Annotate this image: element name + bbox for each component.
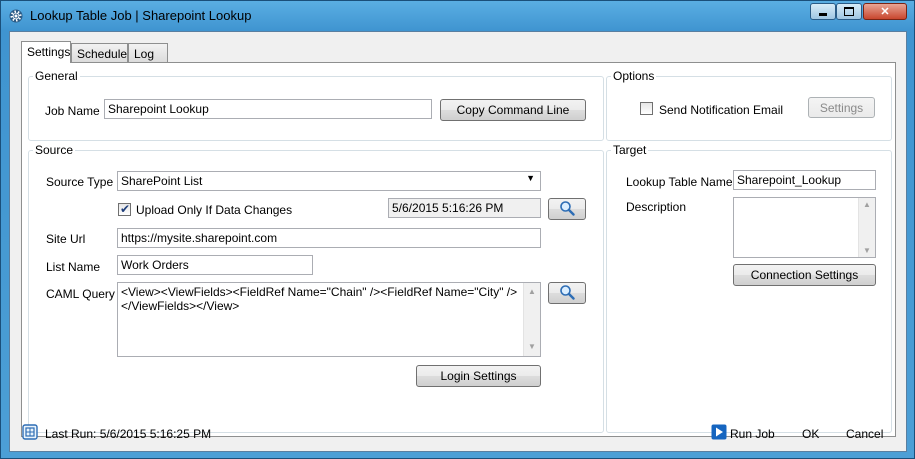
last-run-icon: [22, 424, 38, 443]
caml-query-field[interactable]: <View><ViewFields><FieldRef Name="Chain"…: [117, 282, 541, 357]
connection-settings-button[interactable]: Connection Settings: [733, 264, 876, 286]
upload-only-label: Upload Only If Data Changes: [136, 203, 293, 217]
checkmark-icon: ✔: [120, 202, 131, 216]
tab-label: Schedule: [77, 47, 128, 61]
magnifier-icon: [559, 200, 575, 219]
status-bar: Last Run: 5/6/2015 5:16:25 PM Run Job OK…: [10, 424, 906, 451]
send-notification-label: Send Notification Email: [659, 103, 784, 117]
caml-query-scrollbar[interactable]: ▲ ▼: [523, 283, 540, 356]
tab-log[interactable]: Log: [128, 43, 168, 62]
site-url-label: Site Url: [46, 232, 86, 246]
cancel-button[interactable]: Cancel: [846, 427, 883, 441]
minimize-button[interactable]: [810, 3, 836, 20]
send-notification-checkbox[interactable]: [640, 102, 653, 115]
job-name-field[interactable]: Sharepoint Lookup: [104, 99, 432, 119]
title-bar: Lookup Table Job | Sharepoint Lookup ✕: [1, 1, 914, 30]
description-scrollbar[interactable]: ▲ ▼: [858, 198, 875, 257]
run-job-button[interactable]: Run Job: [711, 424, 775, 443]
settings-tab-panel: General Job Name Sharepoint Lookup Copy …: [21, 62, 896, 437]
chevron-down-icon: ▼: [526, 173, 535, 183]
gear-icon: [8, 8, 24, 24]
preview-data-button[interactable]: [548, 198, 586, 220]
login-settings-button[interactable]: Login Settings: [416, 365, 541, 387]
lookup-table-job-window: Lookup Table Job | Sharepoint Lookup ✕ S…: [0, 0, 915, 459]
copy-command-line-button[interactable]: Copy Command Line: [440, 99, 586, 121]
ok-button[interactable]: OK: [802, 427, 819, 441]
description-label: Description: [626, 200, 687, 214]
minimize-icon: [819, 12, 827, 16]
site-url-field[interactable]: https://mysite.sharepoint.com: [117, 228, 541, 248]
list-name-label: List Name: [46, 260, 101, 274]
lookup-table-name-field[interactable]: Sharepoint_Lookup: [733, 170, 876, 190]
window-title: Lookup Table Job | Sharepoint Lookup: [30, 8, 252, 23]
source-legend: Source: [35, 143, 74, 157]
job-name-label: Job Name: [45, 104, 100, 118]
source-type-select[interactable]: SharePoint List ▼: [117, 171, 541, 191]
tab-schedule[interactable]: Schedule: [71, 43, 128, 62]
scroll-down-icon: ▼: [528, 342, 536, 351]
target-legend: Target: [613, 143, 647, 157]
options-settings-button[interactable]: Settings: [808, 97, 875, 118]
source-type-label: Source Type: [46, 175, 114, 189]
tab-settings[interactable]: Settings: [21, 41, 71, 63]
scroll-up-icon: ▲: [863, 200, 871, 209]
caml-query-label: CAML Query: [46, 287, 115, 301]
list-name-field[interactable]: Work Orders: [117, 255, 313, 275]
options-legend: Options: [613, 69, 655, 83]
close-icon: ✕: [880, 6, 890, 18]
close-button[interactable]: ✕: [863, 3, 907, 20]
last-run-text: Last Run: 5/6/2015 5:16:25 PM: [45, 427, 212, 441]
upload-only-checkbox[interactable]: ✔: [118, 202, 131, 216]
description-field[interactable]: ▲ ▼: [733, 197, 876, 258]
source-type-value: SharePoint List: [121, 174, 203, 188]
lookup-table-name-label: Lookup Table Name: [626, 175, 733, 189]
magnifier-icon: [559, 284, 575, 303]
dialog-client: Settings Schedule Log General Job Name S…: [9, 31, 907, 452]
validate-query-button[interactable]: [548, 282, 586, 304]
play-icon: [711, 424, 727, 443]
scroll-up-icon: ▲: [528, 287, 536, 296]
caml-query-text: <View><ViewFields><FieldRef Name="Chain"…: [121, 285, 518, 313]
general-legend: General: [35, 69, 78, 83]
run-job-label: Run Job: [730, 426, 775, 441]
tab-label: Log: [134, 47, 155, 61]
last-change-field: 5/6/2015 5:16:26 PM: [388, 198, 541, 218]
scroll-down-icon: ▼: [863, 246, 871, 255]
tab-label: Settings: [27, 45, 71, 59]
maximize-button[interactable]: [836, 3, 862, 20]
maximize-icon: [844, 7, 854, 16]
